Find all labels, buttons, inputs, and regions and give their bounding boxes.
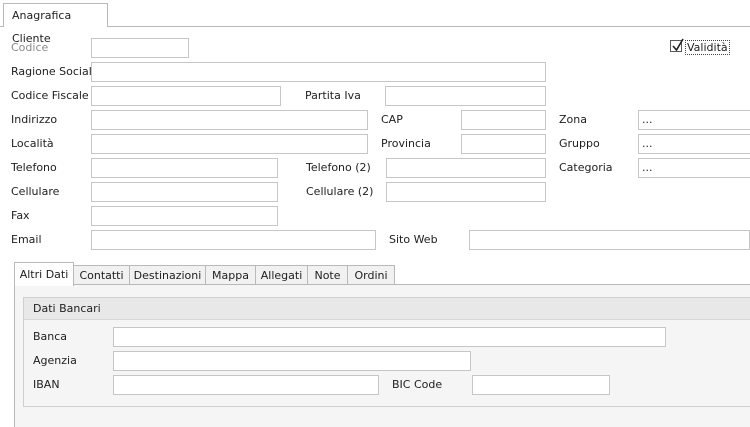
fax-label: Fax: [11, 209, 30, 222]
validity-label[interactable]: Validità: [685, 40, 730, 55]
telefono2-label: Telefono (2): [306, 161, 371, 174]
cellulare-input[interactable]: [91, 182, 278, 202]
dati-bancari-title: Dati Bancari: [24, 298, 750, 320]
cellulare-label: Cellulare: [11, 185, 60, 198]
tab-mappa[interactable]: Mappa: [205, 265, 256, 285]
agenzia-input[interactable]: [113, 351, 471, 371]
banca-input[interactable]: [113, 327, 666, 347]
telefono-label: Telefono: [11, 161, 57, 174]
bic-code-input[interactable]: [472, 375, 610, 395]
validity-checkbox[interactable]: [670, 38, 684, 52]
tab-destinazioni[interactable]: Destinazioni: [129, 265, 206, 285]
email-input[interactable]: [91, 230, 376, 250]
provincia-input[interactable]: [461, 134, 546, 154]
partita-iva-label: Partita Iva: [305, 89, 361, 102]
gruppo-lookup[interactable]: ...: [638, 134, 750, 154]
telefono-input[interactable]: [91, 158, 278, 178]
tab-altri-dati[interactable]: Altri Dati: [14, 262, 74, 286]
sito-web-input[interactable]: [469, 230, 750, 250]
iban-label: IBAN: [33, 378, 60, 391]
bic-code-label: BIC Code: [392, 378, 443, 391]
tab-allegati[interactable]: Allegati: [255, 265, 308, 285]
tab-anagrafica-cliente[interactable]: Anagrafica Cliente: [3, 3, 108, 45]
categoria-lookup[interactable]: ...: [638, 158, 750, 178]
agenzia-label: Agenzia: [33, 354, 77, 367]
sito-web-label: Sito Web: [389, 233, 438, 246]
indirizzo-input[interactable]: [91, 110, 368, 130]
categoria-label: Categoria: [559, 161, 613, 174]
provincia-label: Provincia: [381, 137, 431, 150]
cap-label: CAP: [381, 113, 403, 126]
ragione-sociale-label: Ragione Sociale: [11, 65, 99, 78]
cellulare2-label: Cellulare (2): [306, 185, 374, 198]
cellulare2-input[interactable]: [386, 182, 546, 202]
zona-lookup[interactable]: ...: [638, 110, 750, 130]
ragione-sociale-input[interactable]: [91, 62, 546, 82]
codice-fiscale-input[interactable]: [91, 86, 281, 106]
telefono2-input[interactable]: [386, 158, 546, 178]
tab-note[interactable]: Note: [307, 265, 348, 285]
partita-iva-input[interactable]: [385, 86, 546, 106]
iban-input[interactable]: [113, 375, 379, 395]
localita-label: Località: [11, 137, 54, 150]
indirizzo-label: Indirizzo: [11, 113, 58, 126]
localita-input[interactable]: [91, 134, 368, 154]
banca-label: Banca: [33, 330, 68, 343]
email-label: Email: [11, 233, 42, 246]
tab-ordini[interactable]: Ordini: [347, 265, 395, 285]
codice-input[interactable]: [91, 38, 189, 58]
tab-contatti[interactable]: Contatti: [73, 265, 130, 285]
zona-label: Zona: [559, 113, 587, 126]
checkmark-icon: [672, 38, 684, 52]
cap-input[interactable]: [461, 110, 546, 130]
fax-input[interactable]: [91, 206, 278, 226]
codice-fiscale-label: Codice Fiscale: [11, 89, 89, 102]
gruppo-label: Gruppo: [559, 137, 600, 150]
